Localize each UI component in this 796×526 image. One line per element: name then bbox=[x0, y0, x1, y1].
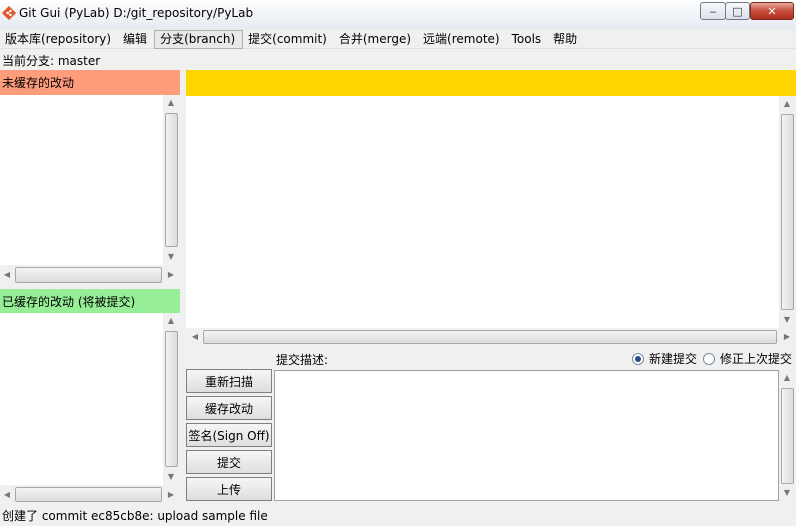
scroll-thumb[interactable] bbox=[781, 114, 794, 310]
commit-mode-group: 新建提交 修正上次提交 bbox=[632, 350, 796, 367]
staged-vertical-scrollbar[interactable]: ▲ ▼ bbox=[163, 313, 180, 485]
new-commit-label[interactable]: 新建提交 bbox=[649, 350, 697, 367]
menu-commit[interactable]: 提交(commit) bbox=[243, 30, 334, 49]
scroll-thumb[interactable] bbox=[203, 330, 777, 344]
minimize-icon: ‒ bbox=[709, 4, 717, 18]
commit-button[interactable]: 提交 bbox=[186, 450, 272, 474]
scroll-thumb[interactable] bbox=[15, 487, 162, 502]
unstaged-vertical-scrollbar[interactable]: ▲ ▼ bbox=[163, 95, 180, 265]
commit-message-scrollbar[interactable]: ▲ ▼ bbox=[779, 370, 796, 501]
menu-branch[interactable]: 分支(branch) bbox=[154, 29, 244, 49]
menu-bar: 版本库(repository) 编辑 分支(branch) 提交(commit)… bbox=[0, 29, 796, 49]
scroll-up-icon[interactable]: ▲ bbox=[780, 372, 794, 384]
window-title: Git Gui (PyLab) D:/git_repository/PyLab bbox=[19, 6, 254, 20]
maximize-icon: □ bbox=[732, 4, 743, 18]
amend-commit-label[interactable]: 修正上次提交 bbox=[720, 350, 792, 367]
maximize-button[interactable]: □ bbox=[725, 2, 750, 20]
scroll-down-icon[interactable]: ▼ bbox=[780, 314, 794, 326]
scroll-up-icon[interactable]: ▲ bbox=[164, 315, 178, 327]
stage-changes-button[interactable]: 缓存改动 bbox=[186, 396, 272, 420]
scroll-left-icon[interactable]: ◀ bbox=[0, 489, 14, 501]
close-button[interactable]: ✕ bbox=[750, 2, 794, 20]
title-bar[interactable]: Git Gui (PyLab) D:/git_repository/PyLab … bbox=[0, 0, 796, 30]
scroll-thumb[interactable] bbox=[165, 331, 178, 467]
unstaged-changes-header: 未缓存的改动 bbox=[0, 70, 180, 95]
commit-message-label: 提交描述: bbox=[276, 353, 329, 367]
menu-tools[interactable]: Tools bbox=[507, 30, 549, 49]
menu-remote[interactable]: 远端(remote) bbox=[418, 30, 507, 49]
scroll-up-icon[interactable]: ▲ bbox=[780, 98, 794, 110]
new-commit-radio[interactable] bbox=[632, 352, 644, 365]
scroll-thumb[interactable] bbox=[781, 388, 794, 484]
rescan-button[interactable]: 重新扫描 bbox=[186, 369, 272, 393]
radio-selected-dot bbox=[635, 355, 641, 362]
diff-horizontal-scrollbar[interactable]: ◀ ▶ bbox=[186, 328, 796, 346]
commit-message-input[interactable] bbox=[274, 370, 779, 501]
unstaged-file-list[interactable] bbox=[0, 95, 163, 265]
scroll-right-icon[interactable]: ▶ bbox=[780, 331, 794, 343]
scroll-left-icon[interactable]: ◀ bbox=[0, 269, 14, 281]
status-bar: 创建了 commit ec85cb8e: upload sample file bbox=[2, 509, 268, 523]
scroll-thumb[interactable] bbox=[165, 113, 178, 247]
sign-off-button[interactable]: 签名(Sign Off) bbox=[186, 423, 272, 447]
close-icon: ✕ bbox=[767, 4, 777, 18]
staged-file-list[interactable] bbox=[0, 313, 163, 485]
scroll-thumb[interactable] bbox=[15, 267, 162, 283]
diff-view[interactable] bbox=[186, 96, 779, 328]
scroll-left-icon[interactable]: ◀ bbox=[188, 331, 202, 343]
push-button[interactable]: 上传 bbox=[186, 477, 272, 501]
staged-changes-header: 已缓存的改动 (将被提交) bbox=[0, 289, 180, 313]
menu-edit[interactable]: 编辑 bbox=[118, 30, 154, 49]
unstaged-horizontal-scrollbar[interactable]: ◀ ▶ bbox=[0, 265, 180, 285]
scroll-down-icon[interactable]: ▼ bbox=[780, 487, 794, 499]
scroll-down-icon[interactable]: ▼ bbox=[164, 251, 178, 263]
menu-merge[interactable]: 合并(merge) bbox=[334, 30, 418, 49]
scroll-right-icon[interactable]: ▶ bbox=[164, 269, 178, 281]
minimize-button[interactable]: ‒ bbox=[700, 2, 726, 20]
scroll-right-icon[interactable]: ▶ bbox=[164, 489, 178, 501]
current-branch-label: 当前分支: master bbox=[2, 54, 101, 68]
diff-header bbox=[186, 70, 796, 96]
diff-vertical-scrollbar[interactable]: ▲ ▼ bbox=[779, 96, 796, 328]
amend-commit-radio[interactable] bbox=[703, 352, 716, 365]
scroll-up-icon[interactable]: ▲ bbox=[164, 97, 178, 109]
menu-repository[interactable]: 版本库(repository) bbox=[0, 30, 118, 49]
staged-horizontal-scrollbar[interactable]: ◀ ▶ bbox=[0, 485, 180, 504]
menu-help[interactable]: 帮助 bbox=[548, 30, 584, 49]
git-logo-icon bbox=[2, 6, 16, 20]
scroll-down-icon[interactable]: ▼ bbox=[164, 471, 178, 483]
